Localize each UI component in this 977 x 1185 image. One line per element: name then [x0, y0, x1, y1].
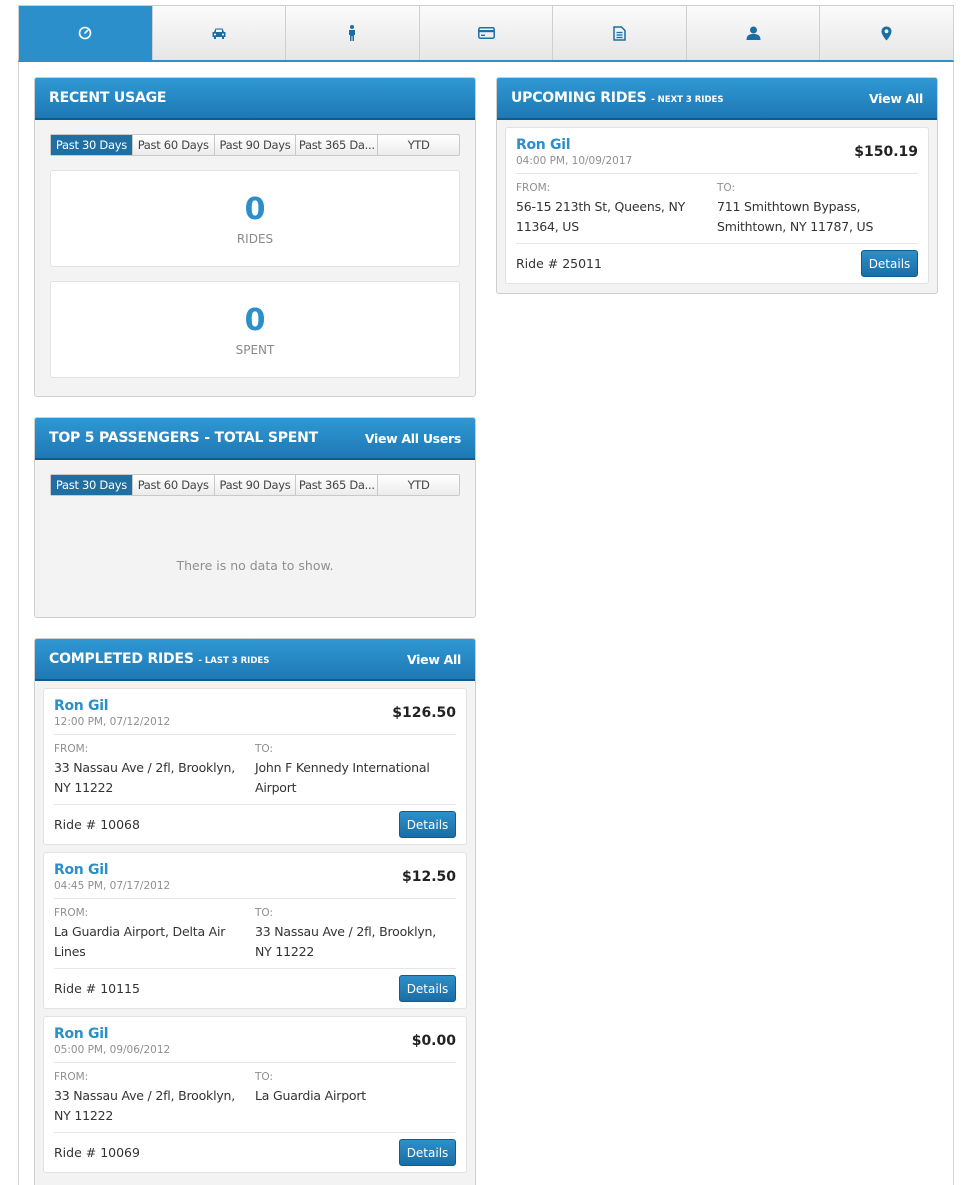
- period-ytd[interactable]: YTD: [378, 135, 459, 155]
- dashboard-icon: [78, 26, 92, 40]
- from-address: 33 Nassau Ave / 2fl, Brooklyn, NY 11222: [54, 1088, 236, 1123]
- spent-label: SPENT: [235, 342, 275, 357]
- spent-stat-card: 0 SPENT: [50, 281, 460, 378]
- details-button[interactable]: Details: [399, 1139, 456, 1166]
- top-passengers-panel: TOP 5 PASSENGERS - TOTAL SPENT View All …: [34, 417, 476, 618]
- tab-dashboard[interactable]: [19, 6, 153, 60]
- details-button[interactable]: Details: [861, 250, 918, 277]
- to-label: TO:: [717, 182, 736, 194]
- period-past-90-days[interactable]: Past 90 Days: [215, 135, 297, 155]
- upcoming-rides-header: UPCOMING RIDES - NEXT 3 RIDES View All: [497, 78, 937, 120]
- ride-time: 12:00 PM, 07/12/2012: [54, 716, 171, 728]
- ride-price: $126.50: [392, 705, 456, 721]
- details-button[interactable]: Details: [399, 975, 456, 1002]
- recent-usage-period-filter: Past 30 Days Past 60 Days Past 90 Days P…: [50, 134, 460, 156]
- ride-price: $0.00: [411, 1033, 456, 1049]
- period-past-60-days[interactable]: Past 60 Days: [133, 475, 215, 495]
- rides-label: RIDES: [236, 231, 274, 246]
- recent-usage-header: RECENT USAGE: [35, 78, 475, 120]
- completed-rides-title: COMPLETED RIDES - LAST 3 RIDES: [49, 651, 269, 667]
- completed-rides-title-text: COMPLETED RIDES: [49, 651, 194, 667]
- passenger-name[interactable]: Ron Gil: [54, 698, 170, 714]
- rides-count: 0: [244, 191, 266, 227]
- completed-rides-view-all-link[interactable]: View All: [407, 652, 461, 667]
- passenger-icon: [349, 25, 356, 41]
- completed-ride-card: Ron Gil 04:45 PM, 07/17/2012 $12.50 FROM…: [43, 852, 467, 1009]
- to-label: TO:: [255, 907, 274, 919]
- completed-rides-subtitle: - LAST 3 RIDES: [198, 656, 270, 666]
- ride-number: Ride # 10068: [54, 817, 140, 832]
- period-past-30-days[interactable]: Past 30 Days: [51, 135, 133, 155]
- from-label: FROM:: [516, 182, 551, 194]
- top-passengers-header: TOP 5 PASSENGERS - TOTAL SPENT View All …: [35, 418, 475, 460]
- to-address: 33 Nassau Ave / 2fl, Brooklyn, NY 11222: [255, 924, 437, 959]
- upcoming-rides-view-all-link[interactable]: View All: [869, 91, 923, 106]
- tab-account[interactable]: [687, 6, 821, 60]
- ride-number: Ride # 10115: [54, 981, 140, 996]
- no-data-message: There is no data to show.: [176, 558, 334, 573]
- completed-ride-card: Ron Gil 12:00 PM, 07/12/2012 $126.50 FRO…: [43, 688, 467, 845]
- view-all-users-link[interactable]: View All Users: [365, 431, 461, 446]
- main-nav-tabs: [18, 5, 954, 62]
- to-address: La Guardia Airport: [255, 1088, 367, 1103]
- tab-locations[interactable]: [820, 6, 953, 60]
- passenger-name[interactable]: Ron Gil: [54, 1026, 170, 1042]
- period-past-60-days[interactable]: Past 60 Days: [133, 135, 215, 155]
- period-ytd[interactable]: YTD: [378, 475, 459, 495]
- user-icon: [746, 26, 761, 40]
- from-address: 56-15 213th St, Queens, NY 11364, US: [516, 199, 686, 234]
- car-icon: [212, 28, 226, 39]
- upcoming-rides-subtitle: - NEXT 3 RIDES: [651, 95, 724, 105]
- ride-number: Ride # 25011: [516, 256, 602, 271]
- tab-invoices[interactable]: [553, 6, 687, 60]
- to-address: 711 Smithtown Bypass, Smithtown, NY 1178…: [717, 199, 874, 234]
- passenger-name[interactable]: Ron Gil: [516, 137, 632, 153]
- ride-time: 05:00 PM, 09/06/2012: [54, 1044, 171, 1056]
- from-label: FROM:: [54, 907, 89, 919]
- ride-time: 04:00 PM, 10/09/2017: [516, 155, 633, 167]
- from-address: La Guardia Airport, Delta Air Lines: [54, 924, 226, 959]
- details-button[interactable]: Details: [399, 811, 456, 838]
- location-pin-icon: [881, 26, 892, 40]
- spent-amount: 0: [244, 302, 266, 338]
- upcoming-rides-title-text: UPCOMING RIDES: [511, 90, 647, 106]
- completed-ride-card: Ron Gil 05:00 PM, 09/06/2012 $0.00 FROM:…: [43, 1016, 467, 1173]
- upcoming-rides-panel: UPCOMING RIDES - NEXT 3 RIDES View All R…: [496, 77, 938, 294]
- period-past-90-days[interactable]: Past 90 Days: [215, 475, 297, 495]
- ride-price: $12.50: [401, 869, 456, 885]
- ride-number: Ride # 10069: [54, 1145, 140, 1160]
- upcoming-ride-card: Ron Gil 04:00 PM, 10/09/2017 $150.19 FRO…: [505, 127, 929, 284]
- rides-stat-card: 0 RIDES: [50, 170, 460, 267]
- top-passengers-period-filter: Past 30 Days Past 60 Days Past 90 Days P…: [50, 474, 460, 496]
- ride-price: $150.19: [854, 144, 918, 160]
- from-address: 33 Nassau Ave / 2fl, Brooklyn, NY 11222: [54, 760, 236, 795]
- ride-time: 04:45 PM, 07/17/2012: [54, 880, 171, 892]
- tab-vehicles[interactable]: [153, 6, 287, 60]
- document-icon: [613, 25, 626, 41]
- top-passengers-title: TOP 5 PASSENGERS - TOTAL SPENT: [49, 430, 319, 446]
- from-label: FROM:: [54, 1071, 89, 1083]
- to-address: John F Kennedy International Airport: [255, 760, 430, 795]
- to-label: TO:: [255, 743, 274, 755]
- recent-usage-title: RECENT USAGE: [49, 90, 167, 106]
- tab-payments[interactable]: [420, 6, 554, 60]
- tab-passengers[interactable]: [286, 6, 420, 60]
- period-past-30-days[interactable]: Past 30 Days: [51, 475, 133, 495]
- recent-usage-panel: RECENT USAGE Past 30 Days Past 60 Days P…: [34, 77, 476, 397]
- period-past-365-days[interactable]: Past 365 Da...: [296, 475, 379, 495]
- from-label: FROM:: [54, 743, 89, 755]
- period-past-365-days[interactable]: Past 365 Da...: [296, 135, 379, 155]
- credit-card-icon: [477, 27, 495, 39]
- completed-rides-panel: COMPLETED RIDES - LAST 3 RIDES View All …: [34, 638, 476, 1185]
- completed-rides-header: COMPLETED RIDES - LAST 3 RIDES View All: [35, 639, 475, 681]
- passenger-name[interactable]: Ron Gil: [54, 862, 170, 878]
- to-label: TO:: [255, 1071, 274, 1083]
- upcoming-rides-title: UPCOMING RIDES - NEXT 3 RIDES: [511, 90, 723, 106]
